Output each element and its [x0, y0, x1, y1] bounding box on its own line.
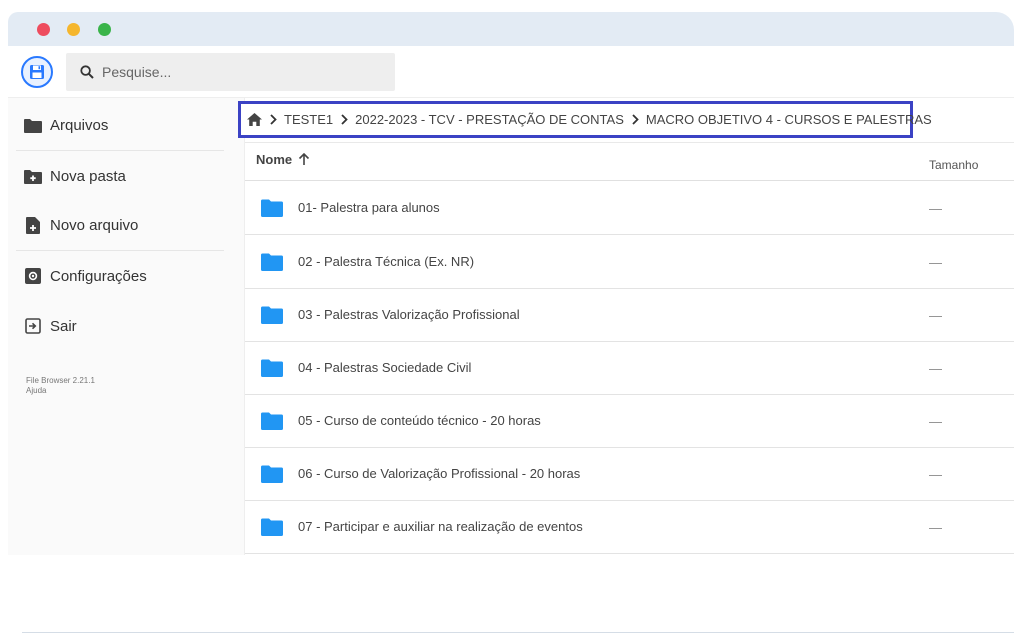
breadcrumb-item[interactable]: TESTE1 [284, 112, 333, 127]
table-row[interactable]: 05 - Curso de conteúdo técnico - 20 hora… [245, 395, 1014, 448]
help-link[interactable]: Ajuda [26, 386, 95, 396]
file-size: — [929, 308, 942, 323]
file-name: 01- Palestra para alunos [298, 200, 440, 215]
floppy-disk-icon[interactable] [21, 56, 53, 88]
file-size: — [929, 414, 942, 429]
sidebar-item-label: Arquivos [50, 116, 109, 134]
column-header-name[interactable]: Nome [256, 152, 310, 167]
sidebar: Arquivos Nova pasta Novo arquivo Configu… [8, 98, 244, 555]
new-folder-icon [24, 167, 42, 185]
folder-icon [261, 199, 283, 217]
version-text: File Browser 2.21.1 [26, 376, 95, 385]
file-size: — [929, 520, 942, 535]
table-row[interactable]: 04 - Palestras Sociedade Civil — [245, 342, 1014, 395]
minimize-window-button[interactable] [67, 23, 80, 36]
column-header-label: Nome [256, 152, 293, 167]
folder-icon [261, 465, 283, 483]
sidebar-item-label: Nova pasta [50, 167, 126, 185]
file-listing: TESTE1 2022-2023 - TCV - PRESTAÇÃO DE CO… [238, 98, 1014, 555]
sidebar-item-configuracoes[interactable]: Configurações [8, 251, 216, 301]
close-window-button[interactable] [37, 23, 50, 36]
settings-icon [24, 267, 42, 285]
folder-icon [261, 306, 283, 324]
search-bar[interactable]: Pesquise... [66, 53, 395, 91]
table-row[interactable]: 01- Palestra para alunos — [245, 182, 1014, 235]
folder-icon [261, 253, 283, 271]
file-browser-window: { "window": { "traffic_lights": [ {"name… [0, 0, 1014, 633]
file-size: — [929, 201, 942, 216]
sidebar-item-nova-pasta[interactable]: Nova pasta [8, 151, 216, 201]
sidebar-item-label: Configurações [50, 267, 147, 285]
search-icon [80, 65, 94, 84]
column-header-size[interactable]: Tamanho [929, 158, 978, 172]
app-credits: File Browser 2.21.1 Ajuda [26, 376, 95, 396]
table-row[interactable]: 06 - Curso de Valorização Profissional -… [245, 448, 1014, 501]
file-name: 04 - Palestras Sociedade Civil [298, 360, 472, 375]
sidebar-item-sair[interactable]: Sair [8, 301, 216, 351]
breadcrumb: TESTE1 2022-2023 - TCV - PRESTAÇÃO DE CO… [238, 101, 932, 138]
chevron-right-icon [632, 114, 639, 125]
chevron-right-icon [341, 114, 348, 125]
file-size: — [929, 361, 942, 376]
app-header: Pesquise... [8, 46, 1014, 98]
logout-icon [24, 317, 42, 335]
table-header: Nome Tamanho [245, 143, 1014, 181]
folder-icon [261, 359, 283, 377]
file-name: 03 - Palestras Valorização Profissional [298, 307, 520, 322]
search-input[interactable]: Pesquise... [102, 64, 171, 80]
sidebar-item-label: Sair [50, 317, 77, 335]
file-name: 06 - Curso de Valorização Profissional -… [298, 466, 581, 481]
chevron-right-icon [270, 114, 277, 125]
table-row[interactable]: 03 - Palestras Valorização Profissional … [245, 289, 1014, 342]
file-size: — [929, 255, 942, 270]
sidebar-item-novo-arquivo[interactable]: Novo arquivo [8, 200, 216, 250]
sidebar-item-arquivos[interactable]: Arquivos [8, 100, 216, 150]
file-name: 05 - Curso de conteúdo técnico - 20 hora… [298, 413, 541, 428]
folder-icon [24, 116, 42, 134]
new-file-icon [24, 216, 42, 234]
home-icon[interactable] [247, 113, 262, 126]
file-size: — [929, 467, 942, 482]
folder-icon [261, 412, 283, 430]
sidebar-item-label: Novo arquivo [50, 216, 139, 234]
breadcrumb-item[interactable]: 2022-2023 - TCV - PRESTAÇÃO DE CONTAS [355, 112, 624, 127]
maximize-window-button[interactable] [98, 23, 111, 36]
table-row[interactable]: 07 - Participar e auxiliar na realização… [245, 501, 1014, 554]
arrow-up-icon [298, 153, 310, 166]
breadcrumb-item[interactable]: MACRO OBJETIVO 4 - CURSOS E PALESTRAS [646, 112, 932, 127]
file-name: 02 - Palestra Técnica (Ex. NR) [298, 254, 475, 269]
folder-icon [261, 518, 283, 536]
table-row[interactable]: 02 - Palestra Técnica (Ex. NR) — [245, 236, 1014, 289]
window-titlebar [8, 12, 1014, 46]
file-name: 07 - Participar e auxiliar na realização… [298, 519, 583, 534]
